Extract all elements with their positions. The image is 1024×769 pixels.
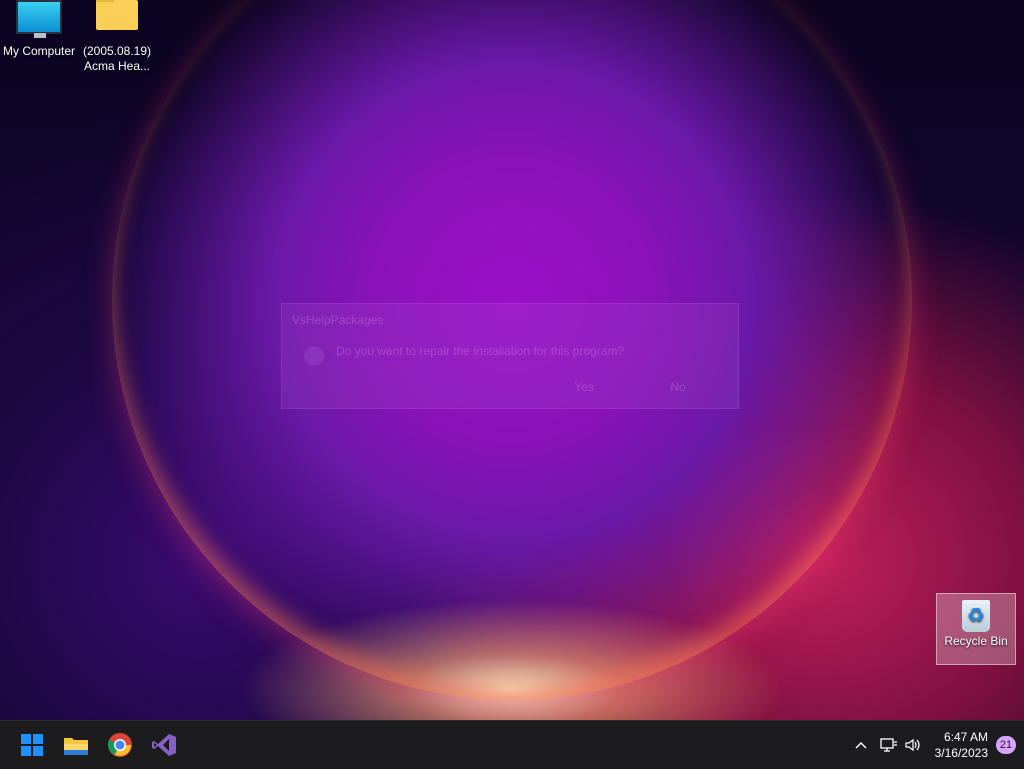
- system-tray: 6:47 AM 3/16/2023 21: [849, 721, 1024, 769]
- dialog-message: Do you want to repair the installation f…: [336, 344, 625, 358]
- volume-icon[interactable]: [901, 733, 925, 757]
- warning-icon: [304, 346, 324, 366]
- desktop-icon-my-computer[interactable]: My Computer: [0, 0, 78, 59]
- taskbar-visual-studio[interactable]: [144, 725, 184, 765]
- recycle-bin-icon: ♻: [962, 600, 990, 632]
- no-button[interactable]: No: [638, 376, 718, 398]
- windows-logo-icon: [21, 734, 43, 756]
- taskbar: 6:47 AM 3/16/2023 21: [0, 720, 1024, 769]
- monitor-icon: [16, 0, 62, 38]
- desktop-icon-folder[interactable]: (2005.08.19) Acma Hea...: [78, 0, 156, 74]
- taskbar-file-explorer[interactable]: [56, 725, 96, 765]
- clock[interactable]: 6:47 AM 3/16/2023: [935, 729, 988, 761]
- folder-icon: [96, 0, 138, 30]
- chrome-icon: [108, 733, 132, 757]
- folder-icon: [64, 738, 88, 755]
- faded-dialog[interactable]: VsHelpPackages Do you want to repair the…: [281, 303, 739, 409]
- notification-badge[interactable]: 21: [996, 736, 1016, 754]
- taskbar-chrome[interactable]: [100, 725, 140, 765]
- chevron-up-icon[interactable]: [849, 733, 873, 757]
- desktop-icon-label: (2005.08.19) Acma Hea...: [82, 44, 152, 73]
- clock-time: 6:47 AM: [943, 730, 988, 744]
- visual-studio-icon: [152, 734, 176, 756]
- yes-button[interactable]: Yes: [544, 376, 624, 398]
- network-icon[interactable]: [877, 733, 901, 757]
- desktop-icon-label: Recycle Bin: [944, 634, 1008, 648]
- desktop-icon-recycle-bin[interactable]: ♻ Recycle Bin: [936, 593, 1016, 665]
- desktop-icon-label: My Computer: [2, 44, 76, 58]
- start-button[interactable]: [12, 725, 52, 765]
- clock-date: 3/16/2023: [934, 746, 988, 760]
- dialog-title: VsHelpPackages: [292, 313, 384, 327]
